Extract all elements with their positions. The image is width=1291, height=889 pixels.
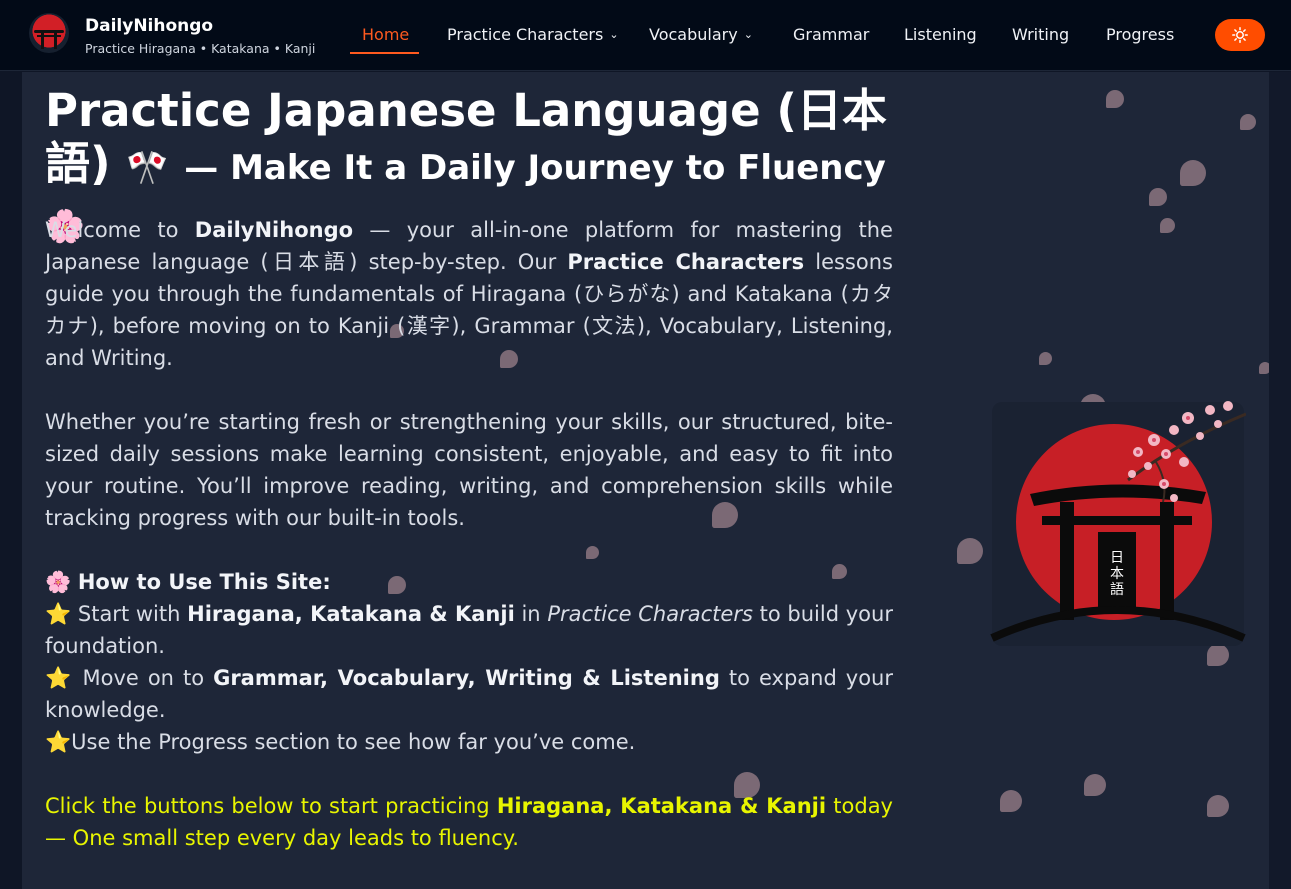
- art-label-3: 語: [1110, 582, 1124, 598]
- nav-listening-label: Listening: [904, 25, 977, 44]
- chevron-down-icon: ⌄: [743, 28, 753, 41]
- top-navbar: DailyNihongo Practice Hiragana • Katakan…: [0, 0, 1291, 71]
- nav-home-label: Home: [362, 25, 410, 44]
- cta-text: Click the buttons below to start practic…: [45, 794, 490, 818]
- page-scroll-strip: [1269, 72, 1291, 889]
- brand[interactable]: DailyNihongo Practice Hiragana • Katakan…: [29, 13, 329, 59]
- step-highlight: Grammar, Vocabulary, Writing & Listening: [213, 666, 720, 690]
- nav-grammar[interactable]: Grammar: [793, 25, 869, 49]
- hero-section: Practice Japanese Language (日本語) 🎌 — Mak…: [22, 72, 1271, 889]
- hero-body: Welcome to DailyNihongo — your all-in-on…: [45, 214, 893, 854]
- nav-progress-label: Progress: [1106, 25, 1175, 44]
- art-label-1: 日: [1110, 550, 1124, 566]
- step-text: in: [521, 602, 541, 626]
- step-highlight: Hiragana, Katakana & Kanji: [187, 602, 515, 626]
- intro-paragraph: Welcome to DailyNihongo — your all-in-on…: [45, 214, 893, 374]
- sun-icon: [1232, 27, 1248, 43]
- chevron-down-icon: ⌄: [609, 28, 619, 41]
- nav-grammar-label: Grammar: [793, 25, 870, 44]
- nav-vocabulary[interactable]: Vocabulary ⌄: [649, 25, 753, 49]
- nav-writing-label: Writing: [1012, 25, 1070, 44]
- star-icon: ⭐: [45, 602, 72, 626]
- nav-active-underline: [350, 52, 419, 54]
- cherry-blossom-icon: 🌸: [45, 570, 72, 594]
- skills-paragraph: Whether you’re starting fresh or strengt…: [45, 410, 893, 530]
- step-text: Start with: [77, 602, 181, 626]
- nav-vocabulary-label: Vocabulary: [649, 25, 738, 44]
- step-italic: Practice Characters: [547, 602, 753, 626]
- torii-sun-blossom-illustration: 日 本 語: [988, 392, 1247, 650]
- nav-progress[interactable]: Progress: [1106, 25, 1174, 49]
- cta-highlight: Hiragana, Katakana & Kanji: [496, 794, 827, 818]
- japan-flags-icon: 🎌: [126, 148, 169, 188]
- step-text: Move on to: [82, 666, 205, 690]
- torii-gate-logo-icon: [29, 13, 69, 53]
- intro-brand: DailyNihongo: [194, 218, 354, 242]
- brand-tagline: Practice Hiragana • Katakana • Kanji: [85, 41, 316, 56]
- nav-writing[interactable]: Writing: [1012, 25, 1069, 49]
- nav-listening[interactable]: Listening: [904, 25, 977, 49]
- nav-home[interactable]: Home: [362, 25, 409, 49]
- nav-practice-characters[interactable]: Practice Characters ⌄: [447, 25, 619, 49]
- how-to-use-title: How to Use This Site:: [77, 570, 331, 594]
- call-to-action: Click the buttons below to start practic…: [45, 790, 893, 854]
- nav-practice-characters-label: Practice Characters: [447, 25, 604, 44]
- intro-text: Welcome to: [45, 218, 179, 242]
- step-text: Use the Progress section to see how far …: [71, 730, 636, 754]
- how-to-use: 🌸 How to Use This Site: ⭐ Start with Hir…: [45, 566, 893, 758]
- star-icon: ⭐: [45, 666, 74, 690]
- intro-practice-characters: Practice Characters: [567, 250, 805, 274]
- theme-toggle-button[interactable]: [1215, 19, 1265, 51]
- art-label-2: 本: [1110, 566, 1124, 582]
- star-icon: ⭐: [45, 730, 72, 754]
- brand-name: DailyNihongo: [85, 16, 214, 36]
- title-sub: — Make It a Daily Journey to Fluency: [184, 148, 886, 188]
